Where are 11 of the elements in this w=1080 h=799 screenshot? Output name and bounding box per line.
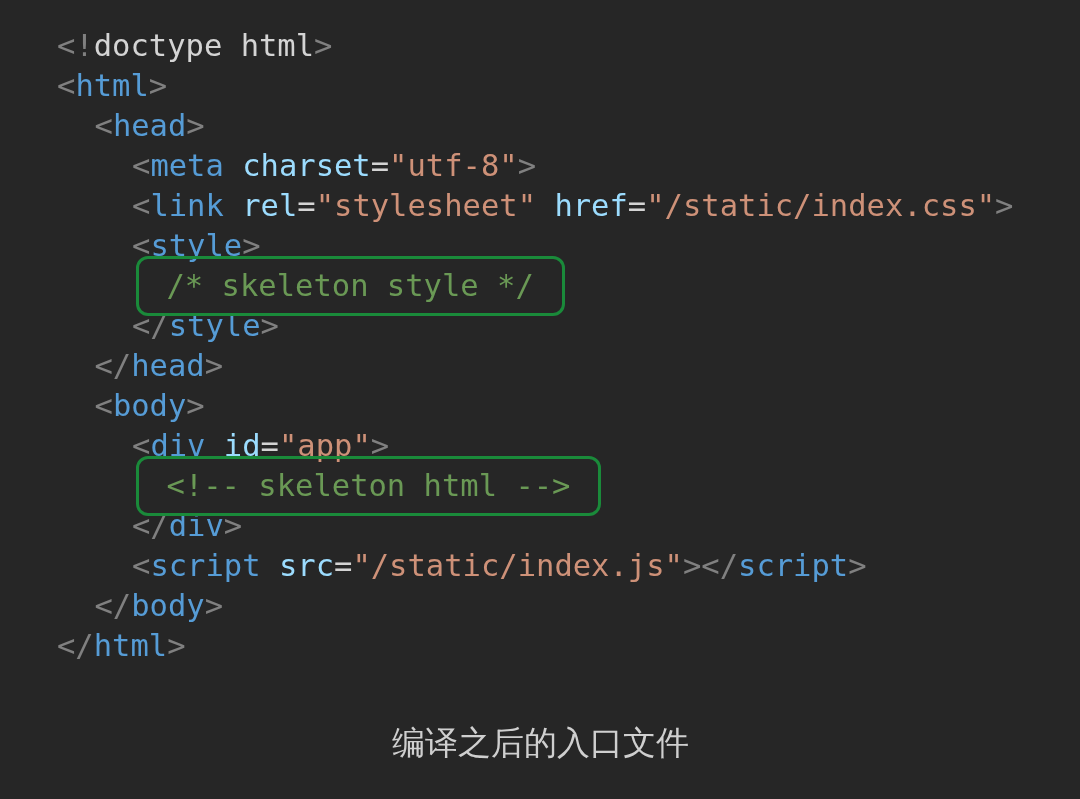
code-line: <html> bbox=[57, 67, 168, 105]
code-line: </head> bbox=[94, 347, 224, 385]
code-line: <link rel="stylesheet" href="/static/index.css"> bbox=[132, 187, 1014, 225]
caption: 编译之后的入口文件 bbox=[391, 722, 689, 764]
code-line: </body> bbox=[94, 587, 224, 625]
code-line: <script src="/static/index.js"></script> bbox=[132, 547, 867, 585]
code-line: <body> bbox=[94, 387, 205, 425]
code-line: <meta charset="utf-8"> bbox=[132, 147, 537, 185]
code-line: <!doctype html> bbox=[57, 27, 333, 65]
code-line: </html> bbox=[57, 627, 186, 665]
code-line: <head> bbox=[94, 107, 205, 145]
